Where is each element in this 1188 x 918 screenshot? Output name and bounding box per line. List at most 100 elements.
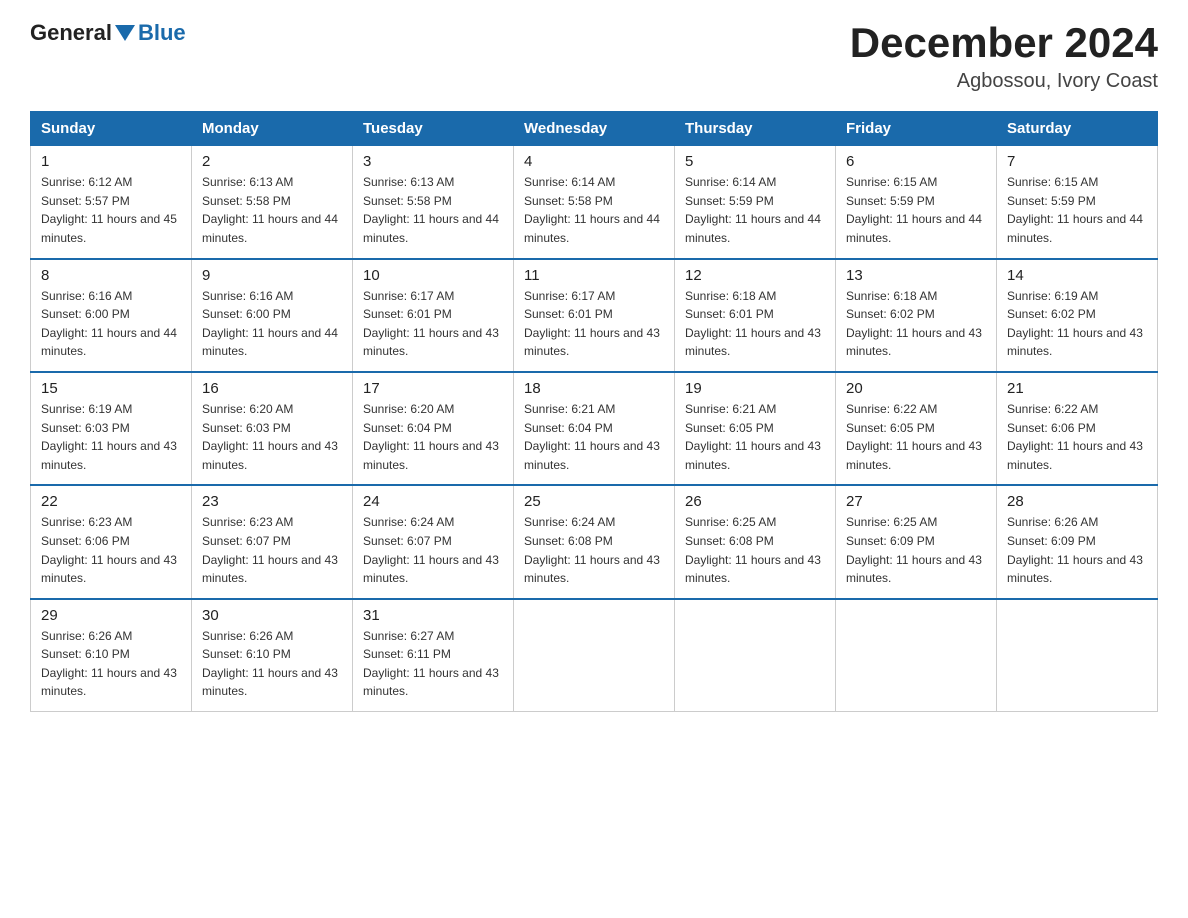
calendar-day-cell: 23 Sunrise: 6:23 AMSunset: 6:07 PMDayligh…: [192, 485, 353, 598]
day-info: Sunrise: 6:16 AMSunset: 6:00 PMDaylight:…: [202, 287, 342, 361]
day-number: 26: [685, 493, 825, 510]
calendar-day-cell: 20 Sunrise: 6:22 AMSunset: 6:05 PMDayligh…: [836, 372, 997, 485]
day-info: Sunrise: 6:23 AMSunset: 6:07 PMDaylight:…: [202, 513, 342, 587]
day-of-week-header: Sunday: [31, 112, 192, 146]
month-title: December 2024: [850, 20, 1158, 66]
day-info: Sunrise: 6:17 AMSunset: 6:01 PMDaylight:…: [363, 287, 503, 361]
day-number: 13: [846, 267, 986, 284]
calendar-day-cell: 25 Sunrise: 6:24 AMSunset: 6:08 PMDayligh…: [514, 485, 675, 598]
calendar-day-cell: 12 Sunrise: 6:18 AMSunset: 6:01 PMDayligh…: [675, 259, 836, 372]
calendar-day-cell: 26 Sunrise: 6:25 AMSunset: 6:08 PMDayligh…: [675, 485, 836, 598]
calendar-day-cell: 7Sunrise: 6:15 AMSunset: 5:59 PMDaylight…: [997, 146, 1158, 259]
day-number: 8: [41, 267, 181, 284]
day-info: Sunrise: 6:16 AMSunset: 6:00 PMDaylight:…: [41, 287, 181, 361]
day-info: Sunrise: 6:14 AMSunset: 5:59 PMDaylight:…: [685, 173, 825, 247]
calendar-week-row: 29 Sunrise: 6:26 AMSunset: 6:10 PMDayligh…: [31, 599, 1158, 712]
day-info: Sunrise: 6:12 AMSunset: 5:57 PMDaylight:…: [41, 173, 181, 247]
day-info: Sunrise: 6:22 AMSunset: 6:06 PMDaylight:…: [1007, 400, 1147, 474]
calendar-header-row: SundayMondayTuesdayWednesdayThursdayFrid…: [31, 112, 1158, 146]
day-info: Sunrise: 6:17 AMSunset: 6:01 PMDaylight:…: [524, 287, 664, 361]
calendar-day-cell: 31 Sunrise: 6:27 AMSunset: 6:11 PMDayligh…: [353, 599, 514, 712]
calendar-day-cell: 27 Sunrise: 6:25 AMSunset: 6:09 PMDayligh…: [836, 485, 997, 598]
day-number: 4: [524, 153, 664, 170]
day-number: 5: [685, 153, 825, 170]
day-info: Sunrise: 6:13 AMSunset: 5:58 PMDaylight:…: [363, 173, 503, 247]
day-number: 23: [202, 493, 342, 510]
day-number: 2: [202, 153, 342, 170]
day-of-week-header: Friday: [836, 112, 997, 146]
day-number: 29: [41, 607, 181, 624]
day-info: Sunrise: 6:22 AMSunset: 6:05 PMDaylight:…: [846, 400, 986, 474]
calendar-day-cell: 15Sunrise: 6:19 AMSunset: 6:03 PMDayligh…: [31, 372, 192, 485]
calendar-week-row: 15Sunrise: 6:19 AMSunset: 6:03 PMDayligh…: [31, 372, 1158, 485]
day-of-week-header: Wednesday: [514, 112, 675, 146]
calendar-table: SundayMondayTuesdayWednesdayThursdayFrid…: [30, 111, 1158, 712]
day-number: 14: [1007, 267, 1147, 284]
logo: General Blue: [30, 20, 186, 46]
day-number: 3: [363, 153, 503, 170]
calendar-day-cell: 9 Sunrise: 6:16 AMSunset: 6:00 PMDaylight…: [192, 259, 353, 372]
day-number: 22: [41, 493, 181, 510]
day-info: Sunrise: 6:21 AMSunset: 6:04 PMDaylight:…: [524, 400, 664, 474]
day-info: Sunrise: 6:24 AMSunset: 6:08 PMDaylight:…: [524, 513, 664, 587]
day-number: 27: [846, 493, 986, 510]
calendar-day-cell: 8 Sunrise: 6:16 AMSunset: 6:00 PMDaylight…: [31, 259, 192, 372]
day-info: Sunrise: 6:26 AMSunset: 6:10 PMDaylight:…: [41, 627, 181, 701]
calendar-day-cell: 4 Sunrise: 6:14 AMSunset: 5:58 PMDaylight…: [514, 146, 675, 259]
day-number: 12: [685, 267, 825, 284]
day-info: Sunrise: 6:26 AMSunset: 6:10 PMDaylight:…: [202, 627, 342, 701]
day-info: Sunrise: 6:20 AMSunset: 6:03 PMDaylight:…: [202, 400, 342, 474]
day-info: Sunrise: 6:14 AMSunset: 5:58 PMDaylight:…: [524, 173, 664, 247]
calendar-day-cell: 22 Sunrise: 6:23 AMSunset: 6:06 PMDayligh…: [31, 485, 192, 598]
calendar-day-cell: 5 Sunrise: 6:14 AMSunset: 5:59 PMDaylight…: [675, 146, 836, 259]
calendar-day-cell: 10 Sunrise: 6:17 AMSunset: 6:01 PMDayligh…: [353, 259, 514, 372]
day-number: 17: [363, 380, 503, 397]
calendar-day-cell: [836, 599, 997, 712]
calendar-day-cell: 28 Sunrise: 6:26 AMSunset: 6:09 PMDayligh…: [997, 485, 1158, 598]
day-info: Sunrise: 6:23 AMSunset: 6:06 PMDaylight:…: [41, 513, 181, 587]
calendar-day-cell: 16 Sunrise: 6:20 AMSunset: 6:03 PMDayligh…: [192, 372, 353, 485]
logo-general: General: [30, 20, 112, 46]
calendar-week-row: 8 Sunrise: 6:16 AMSunset: 6:00 PMDaylight…: [31, 259, 1158, 372]
day-info: Sunrise: 6:24 AMSunset: 6:07 PMDaylight:…: [363, 513, 503, 587]
day-number: 10: [363, 267, 503, 284]
calendar-day-cell: 11Sunrise: 6:17 AMSunset: 6:01 PMDayligh…: [514, 259, 675, 372]
day-number: 6: [846, 153, 986, 170]
title-area: December 2024 Agbossou, Ivory Coast: [850, 20, 1158, 93]
calendar-day-cell: 1 Sunrise: 6:12 AMSunset: 5:57 PMDaylight…: [31, 146, 192, 259]
day-number: 1: [41, 153, 181, 170]
day-number: 20: [846, 380, 986, 397]
day-number: 15: [41, 380, 181, 397]
calendar-day-cell: 21Sunrise: 6:22 AMSunset: 6:06 PMDayligh…: [997, 372, 1158, 485]
day-number: 28: [1007, 493, 1147, 510]
day-info: Sunrise: 6:18 AMSunset: 6:01 PMDaylight:…: [685, 287, 825, 361]
day-number: 30: [202, 607, 342, 624]
day-of-week-header: Monday: [192, 112, 353, 146]
day-of-week-header: Saturday: [997, 112, 1158, 146]
location-subtitle: Agbossou, Ivory Coast: [850, 70, 1158, 93]
calendar-day-cell: 19Sunrise: 6:21 AMSunset: 6:05 PMDayligh…: [675, 372, 836, 485]
calendar-day-cell: 30 Sunrise: 6:26 AMSunset: 6:10 PMDayligh…: [192, 599, 353, 712]
calendar-day-cell: 14Sunrise: 6:19 AMSunset: 6:02 PMDayligh…: [997, 259, 1158, 372]
calendar-day-cell: [514, 599, 675, 712]
calendar-day-cell: 3 Sunrise: 6:13 AMSunset: 5:58 PMDaylight…: [353, 146, 514, 259]
day-number: 18: [524, 380, 664, 397]
logo-triangle-icon: [115, 25, 135, 41]
day-info: Sunrise: 6:15 AMSunset: 5:59 PMDaylight:…: [1007, 173, 1147, 247]
day-info: Sunrise: 6:25 AMSunset: 6:08 PMDaylight:…: [685, 513, 825, 587]
calendar-day-cell: 29 Sunrise: 6:26 AMSunset: 6:10 PMDayligh…: [31, 599, 192, 712]
day-info: Sunrise: 6:27 AMSunset: 6:11 PMDaylight:…: [363, 627, 503, 701]
day-number: 25: [524, 493, 664, 510]
calendar-day-cell: [675, 599, 836, 712]
calendar-day-cell: 6Sunrise: 6:15 AMSunset: 5:59 PMDaylight…: [836, 146, 997, 259]
calendar-day-cell: [997, 599, 1158, 712]
day-number: 16: [202, 380, 342, 397]
day-number: 31: [363, 607, 503, 624]
day-info: Sunrise: 6:20 AMSunset: 6:04 PMDaylight:…: [363, 400, 503, 474]
calendar-day-cell: 13 Sunrise: 6:18 AMSunset: 6:02 PMDayligh…: [836, 259, 997, 372]
day-info: Sunrise: 6:18 AMSunset: 6:02 PMDaylight:…: [846, 287, 986, 361]
day-info: Sunrise: 6:13 AMSunset: 5:58 PMDaylight:…: [202, 173, 342, 247]
day-number: 9: [202, 267, 342, 284]
day-info: Sunrise: 6:25 AMSunset: 6:09 PMDaylight:…: [846, 513, 986, 587]
day-info: Sunrise: 6:26 AMSunset: 6:09 PMDaylight:…: [1007, 513, 1147, 587]
